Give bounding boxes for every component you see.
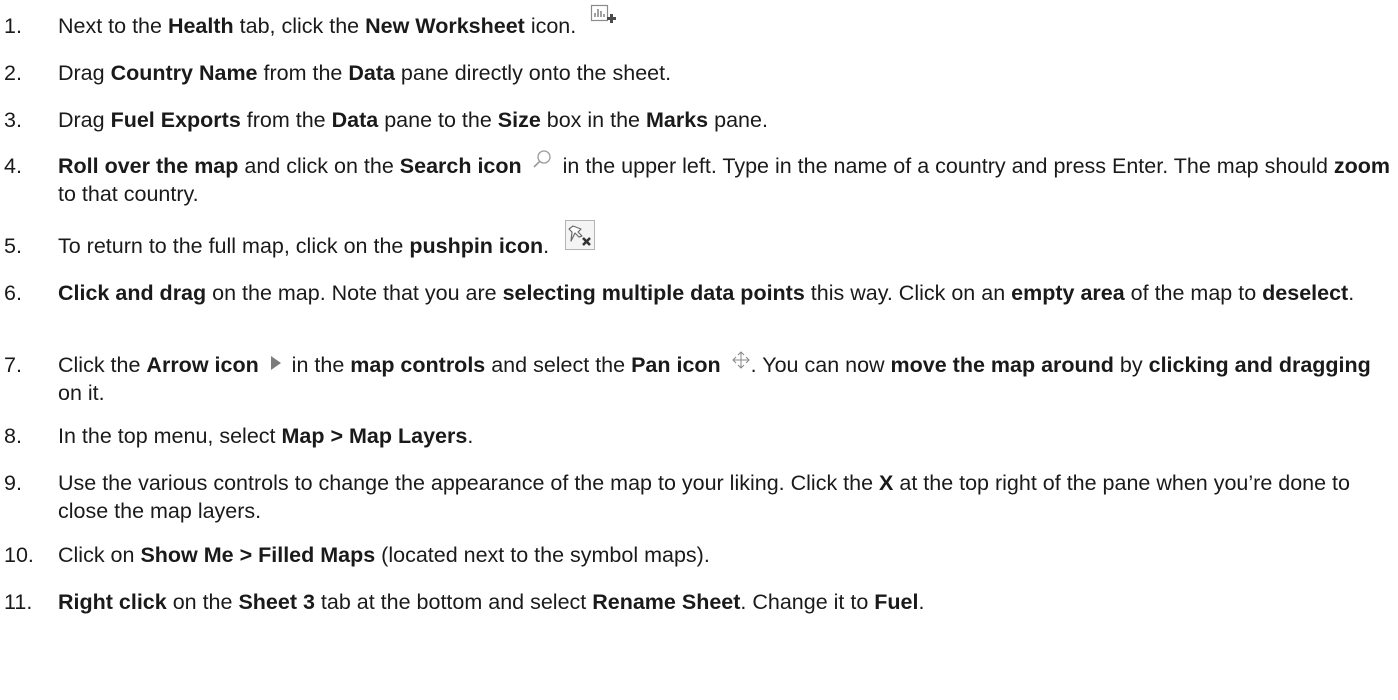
arrow-icon	[269, 354, 283, 372]
step-text: In the top menu, select Map > Map Layers…	[58, 424, 474, 448]
step-text: Right click on the Sheet 3 tab at the bo…	[58, 590, 925, 614]
step-text: Click and drag on the map. Note that you…	[58, 281, 1355, 305]
step-number: 10.	[4, 543, 34, 567]
step-number: 9.	[4, 471, 22, 495]
step-number: 6.	[4, 281, 22, 305]
pan-icon	[731, 350, 751, 370]
step-number: 8.	[4, 424, 22, 448]
step-number: 3.	[4, 108, 22, 132]
step-text: Drag Fuel Exports from the Data pane to …	[58, 108, 768, 132]
step-text: Next to the Health tab, click the New Wo…	[58, 5, 1394, 40]
step-number: 2.	[4, 61, 22, 85]
search-icon	[531, 149, 553, 171]
step-number: 4.	[4, 154, 22, 178]
step-text: Roll over the map and click on the Searc…	[58, 149, 1394, 208]
step-number: 7.	[4, 353, 22, 377]
pushpin-reset-icon	[565, 220, 596, 251]
step-text: Click the Arrow icon in the map controls…	[58, 351, 1394, 407]
step-text: Use the various controls to change the a…	[58, 471, 1350, 523]
step-number: 1.	[4, 14, 22, 38]
new-worksheet-icon	[590, 4, 618, 30]
step-number: 5.	[4, 234, 22, 258]
step-text: Drag Country Name from the Data pane dir…	[58, 61, 672, 85]
step-text: Click on Show Me > Filled Maps (located …	[58, 543, 710, 567]
step-text: To return to the full map, click on the …	[58, 220, 1394, 262]
step-number: 11.	[4, 590, 33, 614]
